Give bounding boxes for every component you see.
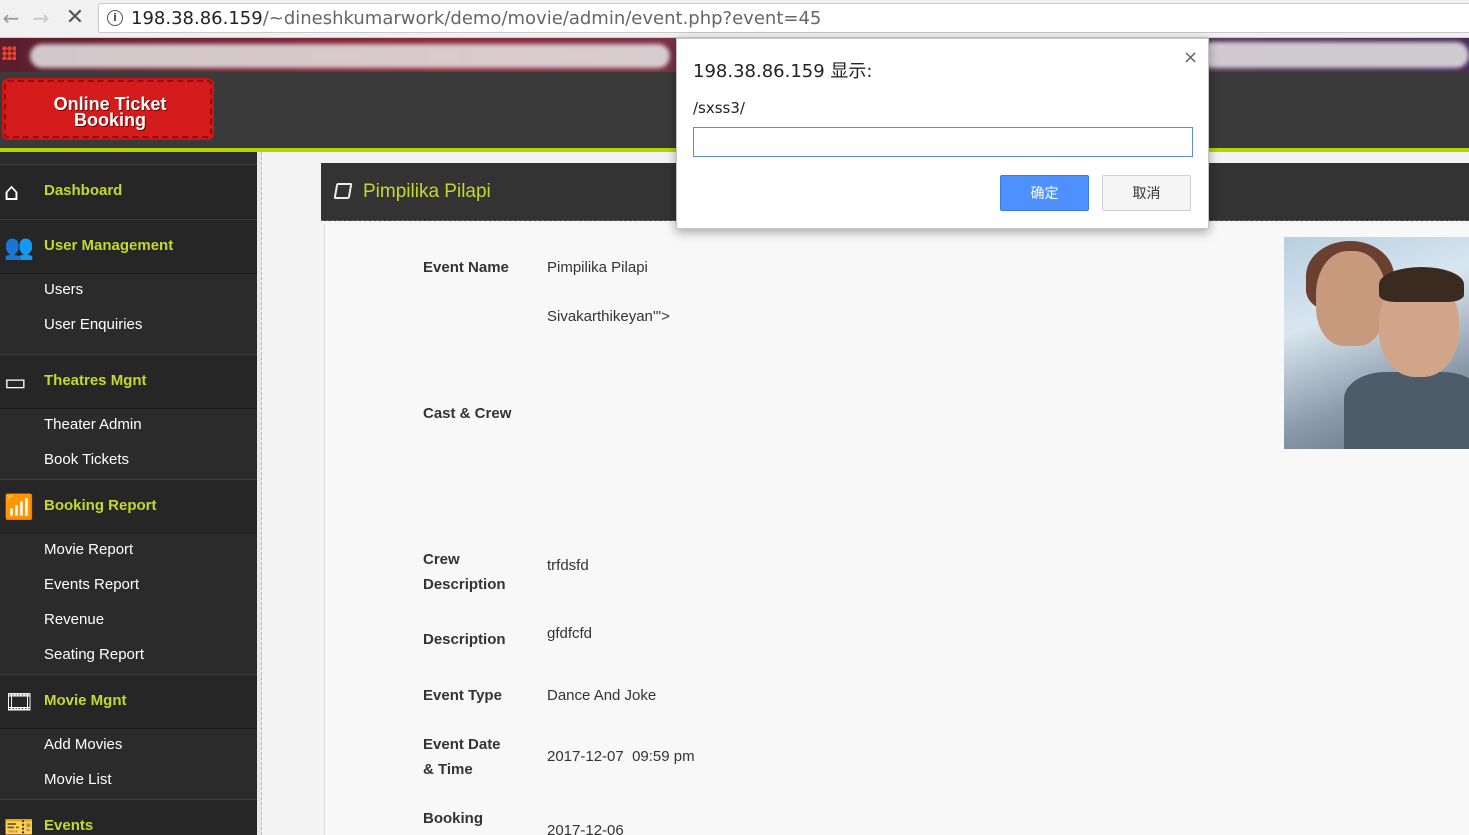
sidebar-item-events-report[interactable]: Events Report <box>44 576 139 593</box>
forward-arrow-icon[interactable]: → <box>30 6 52 30</box>
panel-title: Pimpilika Pilapi <box>363 181 491 202</box>
booking-value: 2017-12-06 <box>547 822 624 835</box>
sidebar-item-movie-list[interactable]: Movie List <box>44 771 112 788</box>
url-path: /~dineshkumarwork/demo/movie/admin/event… <box>262 8 822 29</box>
logo-text: Online Ticket Booking <box>6 95 214 130</box>
section-label: Dashboard <box>44 182 123 199</box>
stop-loading-icon[interactable]: ✕ <box>64 6 86 30</box>
sidebar-item-book-tickets[interactable]: Book Tickets <box>44 451 129 468</box>
event-photo <box>1284 237 1469 449</box>
event-date-value: 2017-12-07 09:59 pm <box>547 748 695 765</box>
prompt-input[interactable] <box>693 127 1193 157</box>
section-label: Events <box>44 817 94 834</box>
users-icon: 👥 <box>4 233 34 261</box>
logo-line-2: Booking <box>74 110 146 130</box>
sidebar-section-booking-report[interactable]: 📶 Booking Report <box>0 479 257 534</box>
close-icon[interactable]: × <box>1183 47 1198 68</box>
dialog-message: /sxss3/ <box>693 99 745 117</box>
apps-grid-icon[interactable] <box>2 46 16 60</box>
sidebar-item-add-movies[interactable]: Add Movies <box>44 736 122 753</box>
event-name-value: Pimpilika Pilapi <box>547 259 648 276</box>
crew-label-line-2: Description <box>423 576 506 593</box>
ok-button[interactable]: 确定 <box>1000 175 1089 211</box>
sidebar-item-users[interactable]: Users <box>44 281 83 298</box>
sidebar-item-revenue[interactable]: Revenue <box>44 611 104 628</box>
redaction-smudge <box>30 44 670 68</box>
dialog-title: 198.38.86.159 显示: <box>693 61 873 82</box>
prompt-dialog: 198.38.86.159 显示: × /sxss3/ 确定 取消 <box>676 38 1209 229</box>
sidebar-item-user-enquiries[interactable]: User Enquiries <box>44 316 142 333</box>
photo-figure <box>1344 372 1469 449</box>
event-name-label: Event Name <box>423 259 509 276</box>
address-bar[interactable]: i 198.38.86.159/~dineshkumarwork/demo/mo… <box>98 3 1469 33</box>
monitor-icon: ▭ <box>4 368 27 396</box>
photo-figure <box>1379 267 1464 302</box>
cast-value: Sivakarthikeyan'"> <box>547 308 670 325</box>
sidebar-item-seating-report[interactable]: Seating Report <box>44 646 144 663</box>
event-type-value: Dance And Joke <box>547 687 657 704</box>
chart-icon: 📶 <box>4 493 34 521</box>
section-label: Theatres Mgnt <box>44 372 147 389</box>
description-value: gfdfcfd <box>547 625 593 642</box>
url-text: 198.38.86.159/~dineshkumarwork/demo/movi… <box>131 8 821 29</box>
date-label-line-1: Event Date <box>423 736 501 753</box>
section-label: Movie Mgnt <box>44 692 127 709</box>
event-type-label: Event Type <box>423 687 502 704</box>
ticket-icon: 🎫 <box>4 813 34 835</box>
home-icon: ⌂ <box>4 178 20 206</box>
crew-description-label: Crew Description <box>423 547 506 597</box>
site-info-icon[interactable]: i <box>107 10 123 26</box>
description-label: Description <box>423 631 506 648</box>
booking-label: Booking <box>423 810 483 827</box>
cast-crew-label: Cast & Crew <box>423 405 512 422</box>
sidebar-section-dashboard[interactable]: ⌂ Dashboard <box>0 164 257 219</box>
sidebar-item-movie-report[interactable]: Movie Report <box>44 541 133 558</box>
site-logo[interactable]: Online Ticket Booking <box>4 80 212 138</box>
sidebar-section-theatres-mgnt[interactable]: ▭ Theatres Mgnt <box>0 354 257 409</box>
section-label: User Management <box>44 237 174 254</box>
book-icon <box>333 183 353 199</box>
url-host: 198.38.86.159 <box>131 8 263 29</box>
sidebar-section-events[interactable]: 🎫 Events <box>0 799 257 835</box>
browser-toolbar: ← → ✕ i 198.38.86.159/~dineshkumarwork/d… <box>0 0 1469 38</box>
sidebar-section-user-management[interactable]: 👥 User Management <box>0 219 257 274</box>
redaction-smudge <box>1200 42 1469 68</box>
cancel-button[interactable]: 取消 <box>1102 175 1191 211</box>
event-date-label: Event Date & Time <box>423 732 501 782</box>
sidebar-section-movie-mgnt[interactable]: 🎞 Movie Mgnt <box>0 674 257 729</box>
crew-label-line-1: Crew <box>423 551 460 568</box>
sidebar-item-theater-admin[interactable]: Theater Admin <box>44 416 142 433</box>
section-label: Booking Report <box>44 497 157 514</box>
photo-figure <box>1316 251 1386 346</box>
crew-description-value: trfdsfd <box>547 557 589 574</box>
back-arrow-icon[interactable]: ← <box>0 6 22 30</box>
film-icon: 🎞 <box>4 688 35 716</box>
date-label-line-2: & Time <box>423 761 473 778</box>
